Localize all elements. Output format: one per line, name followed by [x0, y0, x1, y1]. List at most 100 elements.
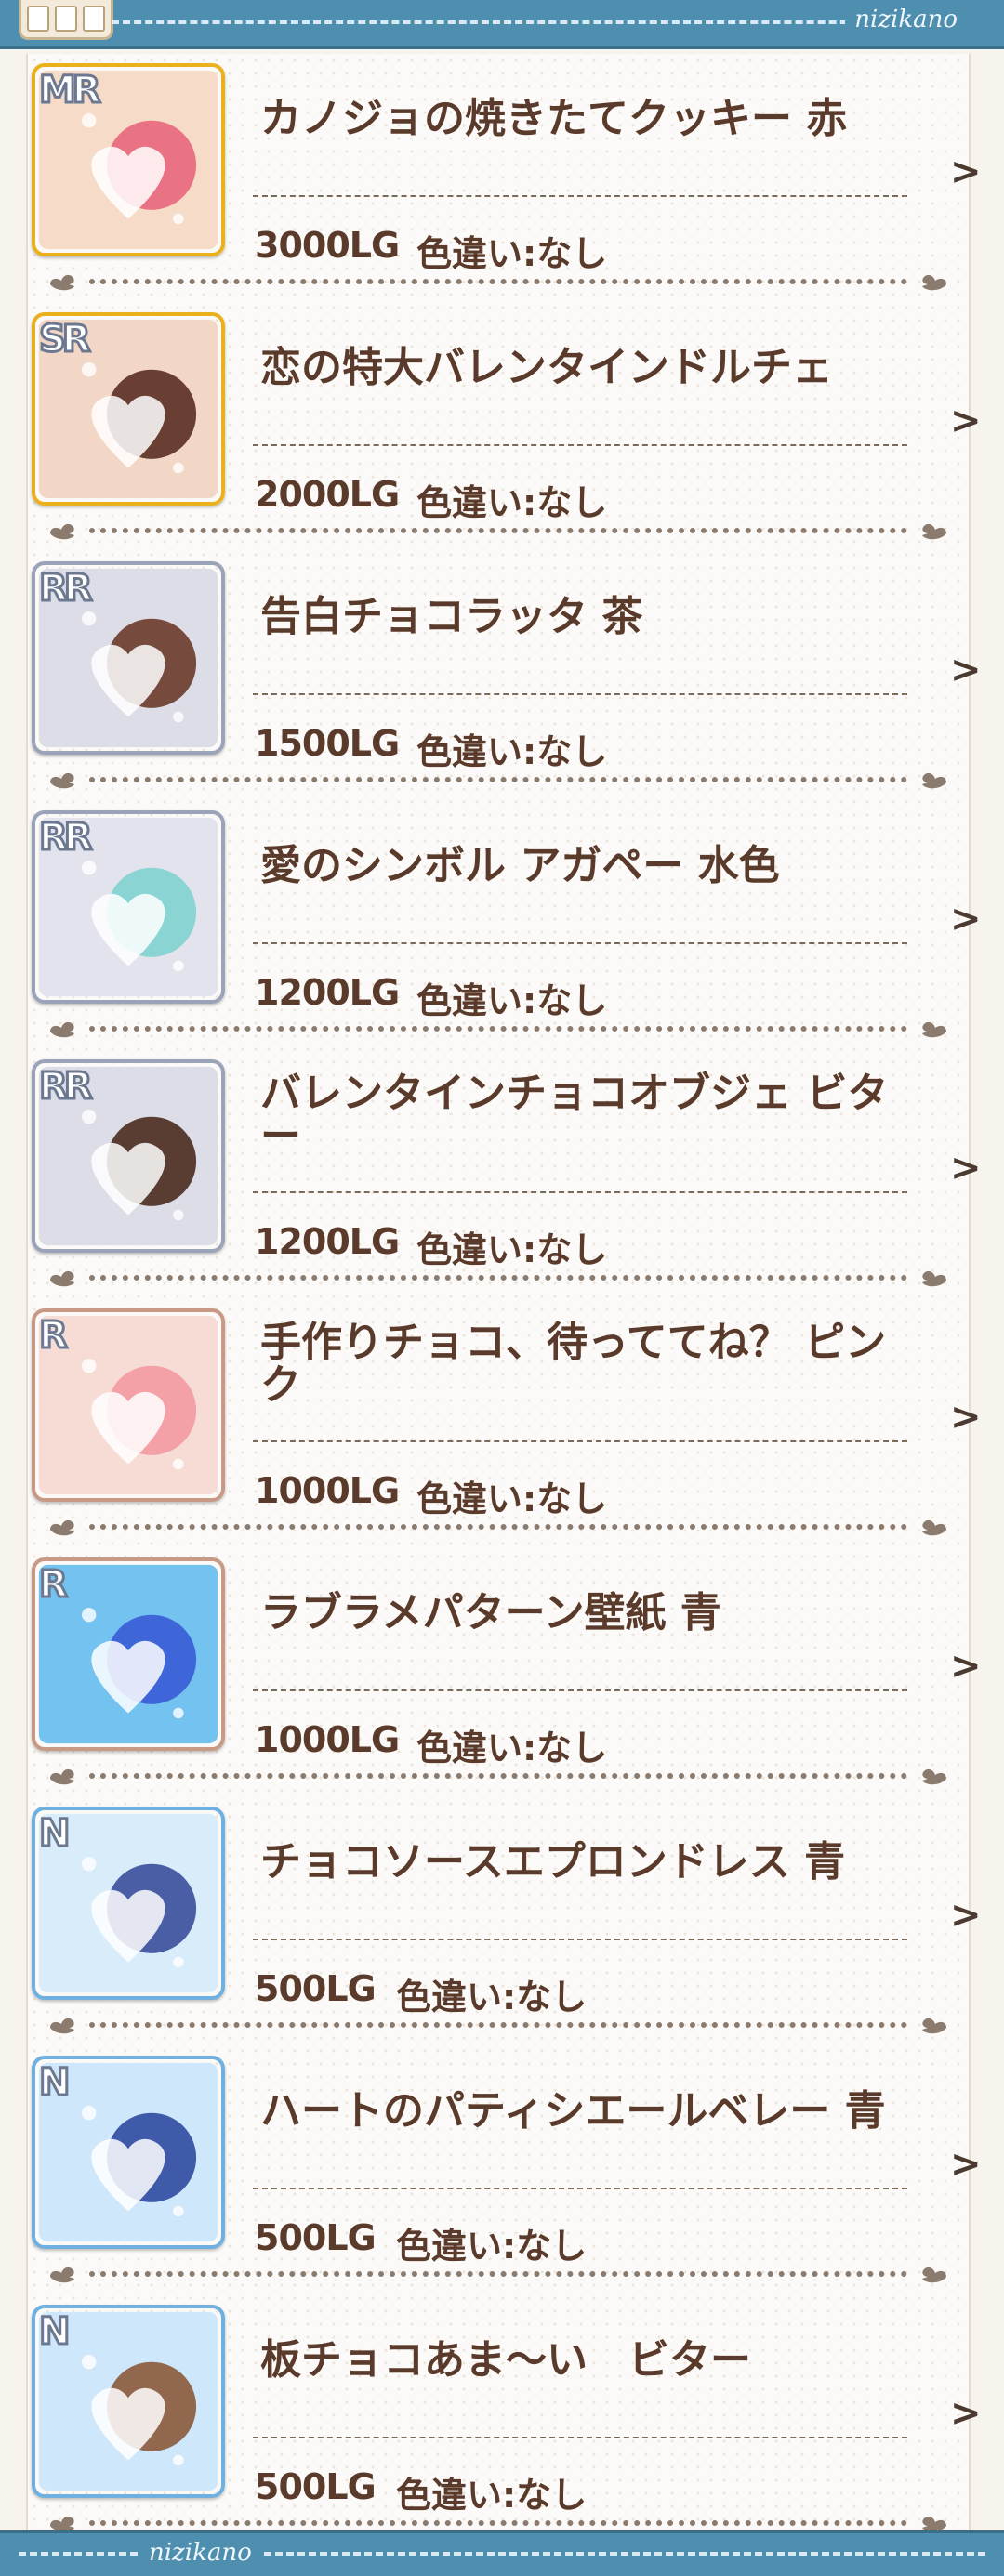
- rarity-badge: N: [37, 2060, 72, 2106]
- duck-icon: [922, 1519, 946, 1536]
- item-price: 1500LG: [255, 723, 400, 764]
- chevron-right-icon[interactable]: >: [950, 1396, 982, 1439]
- item-name: 告白チョコラッタ 茶: [260, 593, 643, 640]
- chevron-right-icon[interactable]: >: [950, 1645, 982, 1688]
- rarity-badge: R: [38, 1562, 70, 1608]
- menu-button[interactable]: [19, 0, 113, 40]
- rarity-badge: SR: [38, 317, 93, 362]
- row-separator: [48, 520, 948, 541]
- row-separator: [48, 1766, 948, 1786]
- duck-icon: [50, 772, 74, 789]
- duck-icon: [922, 2267, 946, 2283]
- list-item[interactable]: R 手作りチョコ、待っててね？ ピンク 1000LG 色違い:なし >: [28, 1299, 982, 1548]
- list-item[interactable]: RR 愛のシンボル アガペー 水色 1200LG 色違い:なし >: [28, 801, 982, 1050]
- duck-icon: [922, 1021, 946, 1038]
- item-divider: [253, 444, 907, 446]
- chevron-right-icon[interactable]: >: [950, 1147, 982, 1189]
- dotted-line: [89, 528, 907, 533]
- item-divider: [253, 1191, 907, 1193]
- menu-icon: [83, 6, 105, 32]
- item-thumbnail[interactable]: RR: [32, 1059, 225, 1253]
- duck-icon: [922, 772, 946, 789]
- item-thumbnail[interactable]: RR: [32, 810, 225, 1004]
- row-separator: [48, 1517, 948, 1537]
- item-thumbnail[interactable]: R: [32, 1308, 225, 1502]
- bottom-bar: nizikano: [0, 2530, 1004, 2576]
- item-price: 500LG: [255, 2466, 376, 2507]
- list-item[interactable]: N 板チョコあま～い ビター 500LG 色違い:なし >: [28, 2295, 982, 2544]
- row-separator: [48, 1019, 948, 1039]
- item-thumbnail[interactable]: SR: [32, 312, 225, 506]
- list-item[interactable]: N ハートのパティシエールベレー 青 500LG 色違い:なし >: [28, 2046, 982, 2295]
- list-item[interactable]: RR バレンタインチョコオブジェ ビター 1200LG 色違い:なし >: [28, 1050, 982, 1299]
- item-divider: [253, 1939, 907, 1940]
- header-dash: [112, 20, 892, 24]
- item-variant: 色違い:なし: [396, 2475, 588, 2516]
- duck-icon: [922, 274, 946, 291]
- top-bar: nizikano: [0, 0, 1004, 49]
- item-divider: [253, 2188, 907, 2189]
- item-thumbnail[interactable]: N: [32, 2305, 225, 2498]
- dotted-line: [89, 1524, 907, 1530]
- duck-icon: [50, 2017, 74, 2034]
- list-item[interactable]: SR 恋の特大バレンタインドルチェ 2000LG 色違い:なし >: [28, 303, 982, 552]
- item-divider: [253, 1689, 907, 1691]
- item-name: ラブラメパターン壁紙 青: [260, 1589, 721, 1636]
- item-variant: 色違い:なし: [416, 1229, 608, 1270]
- list-item[interactable]: R ラブラメパターン壁紙 青 1000LG 色違い:なし >: [28, 1548, 982, 1797]
- item-name: チョコソースエプロンドレス 青: [260, 1838, 846, 1886]
- duck-icon: [50, 2267, 74, 2283]
- chevron-right-icon[interactable]: >: [950, 1894, 982, 1937]
- header-brand: nizikano: [845, 6, 967, 33]
- list-item[interactable]: MR カノジョの焼きたてクッキー 赤 3000LG 色違い:なし >: [28, 54, 982, 303]
- menu-icon: [27, 6, 49, 32]
- list-item[interactable]: N チョコソースエプロンドレス 青 500LG 色違い:なし >: [28, 1797, 982, 2046]
- chevron-right-icon[interactable]: >: [950, 151, 982, 193]
- row-separator: [48, 271, 948, 292]
- item-thumbnail[interactable]: N: [32, 1807, 225, 2000]
- rarity-badge: RR: [38, 566, 95, 611]
- item-list: MR カノジョの焼きたてクッキー 赤 3000LG 色違い:なし > SR 恋の…: [26, 54, 982, 2544]
- list-item[interactable]: RR 告白チョコラッタ 茶 1500LG 色違い:なし >: [28, 552, 982, 801]
- item-name: 手作りチョコ、待っててね？ ピンク: [260, 1319, 887, 1409]
- item-variant: 色違い:なし: [416, 482, 608, 523]
- item-name: ハートのパティシエールベレー 青: [260, 2087, 886, 2135]
- item-variant: 色違い:なし: [416, 980, 608, 1021]
- item-name: 愛のシンボル アガペー 水色: [260, 842, 780, 889]
- item-divider: [253, 1440, 907, 1442]
- rarity-badge: N: [37, 1811, 72, 1857]
- duck-icon: [50, 1021, 74, 1038]
- dotted-line: [89, 2022, 907, 2028]
- item-variant: 色違い:なし: [396, 2226, 588, 2267]
- chevron-right-icon[interactable]: >: [950, 2392, 982, 2435]
- footer-brand: nizikano: [139, 2539, 261, 2567]
- item-thumbnail[interactable]: RR: [32, 561, 225, 755]
- chevron-right-icon[interactable]: >: [950, 400, 982, 442]
- dotted-line: [89, 279, 907, 284]
- item-variant: 色違い:なし: [416, 731, 608, 772]
- item-price: 1200LG: [255, 1221, 400, 1262]
- duck-icon: [50, 1270, 74, 1287]
- item-name: 板チョコあま～い ビター: [260, 2336, 751, 2384]
- dotted-line: [89, 2271, 907, 2277]
- item-price: 1000LG: [255, 1719, 400, 1760]
- item-thumbnail[interactable]: R: [32, 1557, 225, 1751]
- row-separator: [48, 2264, 948, 2284]
- item-price: 500LG: [255, 1968, 376, 2009]
- row-separator: [48, 769, 948, 790]
- item-divider: [253, 693, 907, 695]
- chevron-right-icon[interactable]: >: [950, 649, 982, 691]
- item-thumbnail[interactable]: MR: [32, 63, 225, 256]
- item-price: 500LG: [255, 2217, 376, 2258]
- item-variant: 色違い:なし: [416, 233, 608, 274]
- chevron-right-icon[interactable]: >: [950, 898, 982, 940]
- dotted-line: [89, 2520, 907, 2526]
- item-price: 1200LG: [255, 972, 400, 1013]
- item-name: バレンタインチョコオブジェ ビター: [260, 1070, 889, 1160]
- chevron-right-icon[interactable]: >: [950, 2143, 982, 2186]
- duck-icon: [922, 1270, 946, 1287]
- row-separator: [48, 1268, 948, 1288]
- item-variant: 色違い:なし: [396, 1977, 588, 2017]
- item-divider: [253, 195, 907, 197]
- item-thumbnail[interactable]: N: [32, 2056, 225, 2249]
